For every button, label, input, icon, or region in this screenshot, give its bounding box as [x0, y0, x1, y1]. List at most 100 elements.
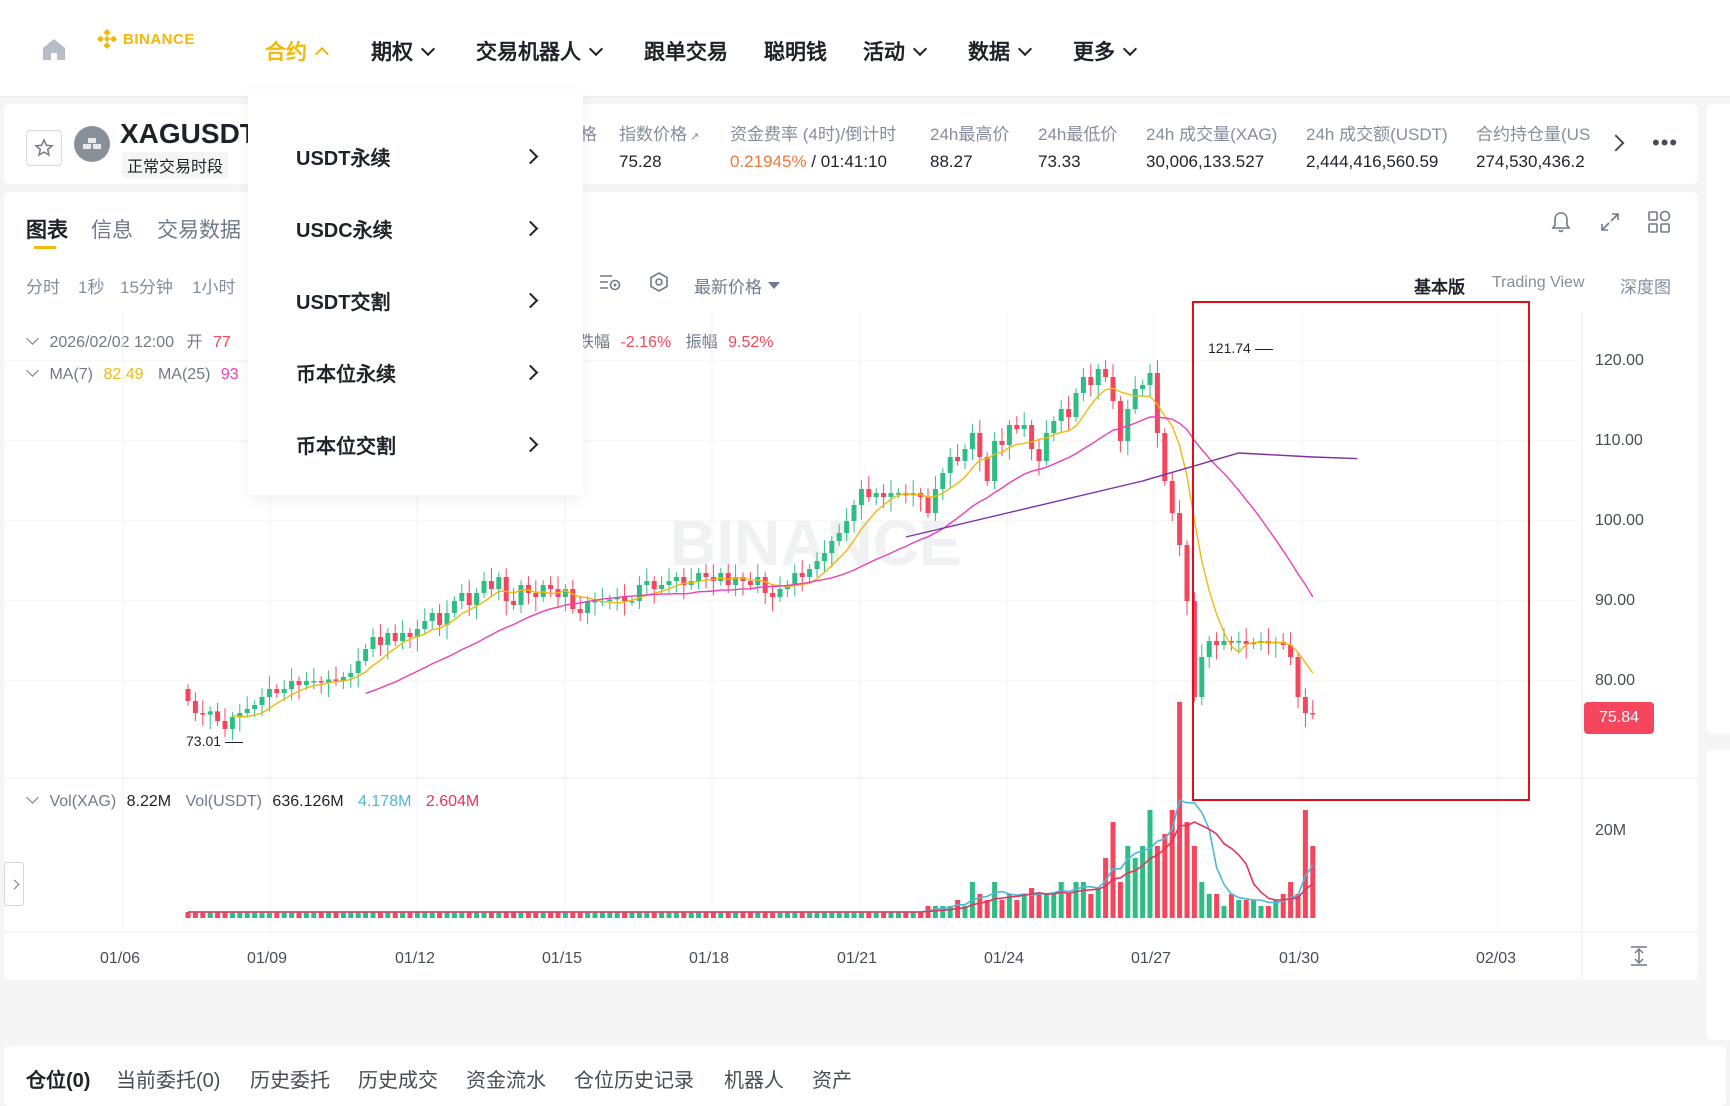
x-tick: 01/27 [1131, 950, 1172, 967]
collapse-chevron-icon[interactable] [26, 791, 39, 804]
candle-body [703, 573, 709, 577]
volume-bar [274, 912, 280, 918]
volume-bar [607, 912, 613, 918]
volume-bar [289, 912, 295, 918]
volume-bar [696, 912, 702, 918]
candle-body [607, 599, 613, 601]
volume-bar [1043, 894, 1049, 918]
candle-body [540, 585, 546, 597]
tab-open-orders[interactable]: 当前委托(0) [116, 1064, 220, 1093]
volume-bar [459, 912, 465, 918]
volume-bar [710, 912, 716, 918]
candle-body [696, 573, 702, 581]
candle-body [866, 489, 872, 497]
volume-bar [392, 912, 398, 918]
volume-bar [1206, 894, 1212, 918]
candle-body [1021, 425, 1027, 429]
candle-body [525, 585, 531, 593]
volume-bar [259, 912, 265, 918]
volume-bar [252, 912, 258, 918]
candle-body [1080, 377, 1086, 393]
volume-bar [222, 912, 228, 918]
tab-bots[interactable]: 机器人 [724, 1064, 784, 1093]
volume-bar [999, 900, 1005, 918]
volume-bar [1051, 894, 1057, 918]
candle-body [659, 585, 665, 589]
volume-bar [651, 912, 657, 918]
volume-bar [814, 912, 820, 918]
tab-trade-history[interactable]: 历史成交 [358, 1064, 438, 1093]
candle-body [1147, 373, 1153, 385]
y-tick-80: 80.00 [1595, 672, 1636, 689]
volume-bar [407, 912, 413, 918]
volume-bar [540, 912, 546, 918]
candle-body [829, 541, 835, 553]
candle-body [503, 577, 509, 601]
candle-body [770, 593, 776, 597]
menu-item-usdt-delivery[interactable]: USDT交割 [296, 282, 539, 318]
menu-item-usdt-perpetual[interactable]: USDT永续 [296, 138, 539, 174]
volume-bar [385, 912, 391, 918]
candle-body [1036, 449, 1042, 461]
tab-positions[interactable]: 仓位(0) [26, 1064, 90, 1093]
candle-body [422, 621, 428, 629]
volume-bar [873, 912, 879, 918]
volume-bar [740, 912, 746, 918]
tab-transaction-history[interactable]: 资金流水 [466, 1064, 546, 1093]
candle-body [185, 689, 191, 701]
volume-bar [784, 912, 790, 918]
volume-bar [229, 912, 235, 918]
candle-body [1066, 409, 1072, 417]
volume-bar [918, 912, 924, 918]
volume-bar [932, 906, 938, 918]
volume-bar [895, 912, 901, 918]
volume-bar [333, 912, 339, 918]
candle-body [296, 681, 302, 685]
candle-body [977, 433, 983, 457]
volume-bar [185, 912, 191, 918]
menu-item-coin-delivery[interactable]: 币本位交割 [296, 426, 539, 462]
volume-bar [200, 912, 206, 918]
x-tick: 01/18 [689, 950, 730, 967]
candle-body [932, 489, 938, 513]
candle-body [1103, 369, 1109, 377]
candle-body [222, 721, 228, 729]
candle-body [496, 577, 502, 589]
volume-bar [296, 912, 302, 918]
candle-body [1117, 401, 1123, 441]
candle-body [585, 601, 591, 613]
candle-body [1095, 369, 1101, 385]
candle-body [940, 473, 946, 489]
volume-bar [1036, 894, 1042, 918]
tab-assets[interactable]: 资产 [812, 1064, 852, 1093]
volume-bar [851, 912, 857, 918]
x-tick: 01/12 [395, 950, 436, 967]
axis-scale-icon[interactable] [1628, 944, 1650, 973]
tab-position-history[interactable]: 仓位历史记录 [574, 1064, 694, 1093]
highlight-box [1192, 301, 1530, 801]
expand-sidebar-handle[interactable] [4, 862, 24, 906]
candle-body [969, 433, 975, 449]
volume-bar [1310, 846, 1316, 918]
volume-bar [592, 912, 598, 918]
candle-body [577, 609, 583, 613]
volume-bar [888, 912, 894, 918]
candle-body [1140, 385, 1146, 389]
candle-body [666, 581, 672, 585]
menu-item-usdc-perpetual[interactable]: USDC永续 [296, 210, 539, 246]
candle-body [851, 505, 857, 521]
candle-body [363, 649, 369, 661]
volume-bar [747, 912, 753, 918]
candle-body [762, 577, 768, 593]
menu-item-coin-perpetual[interactable]: 币本位永续 [296, 354, 539, 390]
chevron-right-icon [522, 436, 539, 452]
candle-body [511, 601, 517, 605]
volume-bar [422, 912, 428, 918]
tab-order-history[interactable]: 历史委托 [250, 1064, 330, 1093]
volume-bar [311, 912, 317, 918]
candle-body [844, 521, 850, 533]
candle-body [207, 711, 213, 715]
volume-bar [525, 912, 531, 918]
volume-bar [1221, 906, 1227, 918]
candle-body [548, 585, 554, 589]
